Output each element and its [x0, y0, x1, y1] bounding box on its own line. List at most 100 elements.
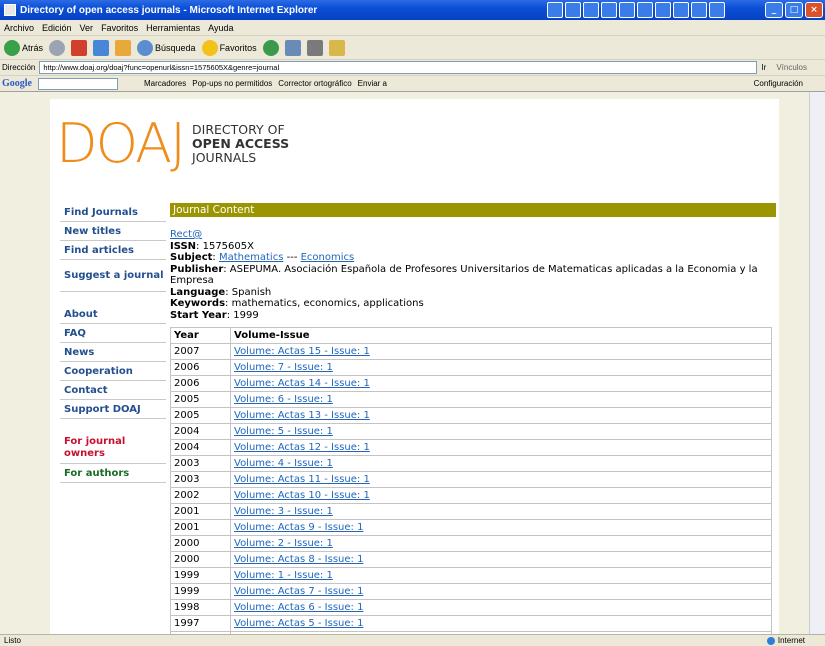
standard-toolbar: Atrás Búsqueda Favoritos — [0, 36, 825, 60]
volume-issue-link[interactable]: Volume: 4 - Issue: 1 — [234, 458, 333, 469]
tray-icon[interactable] — [583, 2, 599, 18]
tray-icon[interactable] — [655, 2, 671, 18]
tray-icon[interactable] — [619, 2, 635, 18]
url-text: http://www.doaj.org/doaj?func=openurl&is… — [43, 63, 280, 72]
page-viewport: DOAJ DIRECTORY OF OPEN ACCESS JOURNALS F… — [0, 92, 825, 634]
send-to-button[interactable]: Enviar a — [358, 79, 387, 88]
google-search-input[interactable] — [38, 77, 118, 90]
volume-cell: Volume: Actas 9 - Issue: 1 — [230, 519, 772, 536]
url-input[interactable]: http://www.doaj.org/doaj?func=openurl&is… — [39, 61, 758, 74]
menu-edicion[interactable]: Edición — [42, 23, 72, 33]
table-row: 2001 Volume: 3 - Issue: 1 — [170, 503, 772, 520]
nav-faq[interactable]: FAQ — [60, 324, 166, 343]
minimize-button[interactable]: _ — [765, 2, 783, 18]
tray-icon[interactable] — [565, 2, 581, 18]
table-row: 2006 Volume: Actas 14 - Issue: 1 — [170, 375, 772, 392]
nav-journal-owners[interactable]: For journal owners — [60, 432, 166, 464]
menu-archivo[interactable]: Archivo — [4, 23, 34, 33]
year-cell: 2006 — [170, 375, 231, 392]
volume-cell: Volume: Actas 11 - Issue: 1 — [230, 471, 772, 488]
table-row: 2006 Volume: 7 - Issue: 1 — [170, 359, 772, 376]
search-button[interactable]: Búsqueda — [137, 39, 196, 56]
popups-button[interactable]: Pop-ups no permitidos — [192, 79, 272, 88]
language-label: Language — [170, 286, 226, 298]
language-value: : Spanish — [225, 286, 272, 298]
forward-button[interactable] — [49, 39, 66, 56]
tray-icon[interactable] — [637, 2, 653, 18]
search-icon — [137, 39, 154, 56]
bookmarks-button[interactable]: Marcadores — [144, 79, 186, 88]
year-cell: 2002 — [170, 487, 231, 504]
spellcheck-button[interactable]: Corrector ortográfico — [278, 79, 351, 88]
table-row: 2003 Volume: 4 - Issue: 1 — [170, 455, 772, 472]
volume-issue-link[interactable]: Volume: Actas 11 - Issue: 1 — [234, 474, 370, 485]
year-cell: 2004 — [170, 423, 231, 440]
history-button[interactable] — [262, 39, 279, 56]
volume-issue-link[interactable]: Volume: 3 - Issue: 1 — [234, 506, 333, 517]
volume-issue-link[interactable]: Volume: Actas 9 - Issue: 1 — [234, 522, 363, 533]
google-logo[interactable]: Google — [2, 78, 32, 89]
close-button[interactable]: × — [805, 2, 823, 18]
tray-icon[interactable] — [709, 2, 725, 18]
print-button[interactable] — [306, 39, 323, 56]
volume-issue-link[interactable]: Volume: Actas 6 - Issue: 1 — [234, 602, 363, 613]
nav-contact[interactable]: Contact — [60, 381, 166, 400]
nav-news[interactable]: News — [60, 343, 166, 362]
tray-icon[interactable] — [673, 2, 689, 18]
journal-title-link[interactable]: Rect@ — [170, 229, 202, 240]
subject-label: Subject — [170, 252, 213, 263]
menu-herramientas[interactable]: Herramientas — [146, 23, 200, 33]
nav-find-journals[interactable]: Find Journals — [60, 203, 166, 222]
volume-issue-link[interactable]: Volume: 2 - Issue: 1 — [234, 538, 333, 549]
go-button[interactable]: Ir — [761, 63, 766, 72]
maximize-button[interactable]: □ — [785, 2, 803, 18]
volume-issue-link[interactable]: Volume: Actas 7 - Issue: 1 — [234, 586, 363, 597]
volume-issue-link[interactable]: Volume: Actas 5 - Issue: 1 — [234, 618, 363, 629]
nav-new-titles[interactable]: New titles — [60, 222, 166, 241]
tray-icon[interactable] — [691, 2, 707, 18]
settings-button[interactable]: Configuración — [754, 79, 803, 88]
keywords-label: Keywords — [170, 298, 226, 309]
volume-issue-link[interactable]: Volume: Actas 10 - Issue: 1 — [234, 490, 370, 501]
volume-issue-link[interactable]: Volume: Actas 8 - Issue: 1 — [234, 554, 363, 565]
subject-mathematics-link[interactable]: Mathematics — [219, 252, 283, 263]
volume-issue-link[interactable]: Volume: 7 - Issue: 1 — [234, 362, 333, 373]
volume-issue-link[interactable]: Volume: 1 - Issue: 1 — [234, 570, 333, 581]
volume-issue-link[interactable]: Volume: Actas 13 - Issue: 1 — [234, 410, 370, 421]
nav-cooperation[interactable]: Cooperation — [60, 362, 166, 381]
favorites-button[interactable]: Favoritos — [201, 39, 257, 56]
volume-cell: Volume: Actas 15 - Issue: 1 — [230, 343, 772, 360]
tray-icon[interactable] — [601, 2, 617, 18]
menu-favoritos[interactable]: Favoritos — [101, 23, 138, 33]
home-button[interactable] — [115, 39, 132, 56]
logo-line-3: JOURNALS — [192, 150, 257, 165]
menu-ayuda[interactable]: Ayuda — [208, 23, 233, 33]
table-row: 2000 Volume: Actas 8 - Issue: 1 — [170, 551, 772, 568]
stop-button[interactable] — [71, 39, 88, 56]
nav-support[interactable]: Support DOAJ — [60, 400, 166, 419]
nav-suggest-journal[interactable]: Suggest a journal — [60, 260, 166, 292]
issues-table: Year Volume-Issue 2007 Volume: Actas 15 -… — [170, 327, 772, 634]
volume-issue-link[interactable]: Volume: Actas 12 - Issue: 1 — [234, 442, 370, 453]
volume-issue-link[interactable]: Volume: 5 - Issue: 1 — [234, 426, 333, 437]
back-button[interactable]: Atrás — [4, 39, 43, 56]
folder-button[interactable] — [328, 39, 345, 56]
zone-label: Internet — [777, 636, 805, 645]
menu-ver[interactable]: Ver — [80, 23, 94, 33]
links-label[interactable]: Vínculos — [776, 63, 807, 72]
volume-issue-link[interactable]: Volume: 6 - Issue: 1 — [234, 394, 333, 405]
nav-about[interactable]: About — [60, 305, 166, 324]
volume-issue-link[interactable]: Volume: Actas 14 - Issue: 1 — [234, 378, 370, 389]
volume-issue-link[interactable]: Volume: Actas 15 - Issue: 1 — [234, 346, 370, 357]
nav-find-articles[interactable]: Find articles — [60, 241, 166, 260]
doaj-logo[interactable]: DOAJ DIRECTORY OF OPEN ACCESS JOURNALS — [56, 117, 289, 171]
tray-icon[interactable] — [547, 2, 563, 18]
subject-economics-link[interactable]: Economics — [301, 252, 355, 263]
vertical-scrollbar[interactable] — [809, 92, 825, 634]
nav-authors[interactable]: For authors — [60, 464, 166, 483]
volume-cell: Volume: 4 - Issue: 1 — [230, 455, 772, 472]
year-cell: 2004 — [170, 439, 231, 456]
mail-button[interactable] — [284, 39, 301, 56]
table-row: 2000 Volume: 2 - Issue: 1 — [170, 535, 772, 552]
refresh-button[interactable] — [93, 39, 110, 56]
